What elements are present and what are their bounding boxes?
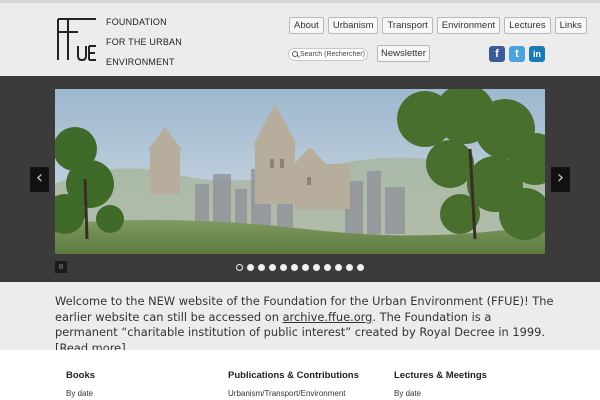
slider-dot[interactable] [258,264,265,271]
nav-urbanism[interactable]: Urbanism [327,17,379,34]
column-link[interactable]: By date [394,389,487,398]
archive-link[interactable]: archive.ffue.org [283,310,373,324]
search-placeholder: Search (Rechercher) [300,51,365,58]
intro-section: Welcome to the NEW website of the Founda… [0,282,600,355]
slide-image[interactable] [55,89,545,254]
nav-about[interactable]: About [289,17,324,34]
slider-dot[interactable] [335,264,342,271]
slider-dot[interactable] [269,264,276,271]
column-lectures: Lectures & Meetings By date [394,370,487,398]
nav-environment[interactable]: Environment [436,17,501,34]
slider-dot[interactable] [346,264,353,271]
slider-dot[interactable] [280,264,287,271]
nav-lectures[interactable]: Lectures [504,17,551,34]
slider-dot[interactable] [236,264,243,271]
intro-text: Welcome to the NEW website of the Founda… [55,294,555,356]
column-books: Books By date [66,370,95,398]
image-slider: ‹ › II [0,76,600,282]
slider-dot[interactable] [357,264,364,271]
nav-transport[interactable]: Transport [382,17,433,34]
column-link[interactable]: By date [66,389,95,398]
column-title: Books [66,370,96,381]
nav-links[interactable]: Links [554,17,587,34]
column-title: Lectures & Meetings [394,370,487,381]
facebook-icon[interactable]: f [489,46,505,62]
slider-next-button[interactable]: › [551,167,570,192]
slider-pagination [236,264,364,271]
slider-dot[interactable] [291,264,298,271]
logo-line: FOUNDATION [106,17,167,27]
twitter-icon[interactable]: t [509,46,525,62]
slider-dot[interactable] [324,264,331,271]
search-icon [292,51,298,57]
column-title: Publications & Contributions [228,370,359,381]
linkedin-icon[interactable]: in [529,46,545,62]
logo-line: FOR THE URBAN [106,37,182,47]
slider-dot[interactable] [313,264,320,271]
search-input[interactable]: Search (Rechercher) [288,48,368,61]
slider-dot[interactable] [302,264,309,271]
ffue-logo-mark[interactable] [56,16,98,62]
logo-wordmark[interactable]: FOUNDATION FOR THE URBAN ENVIRONMENT [106,15,182,75]
column-link[interactable]: Urbanism/Transport/Environment [228,389,359,398]
slider-prev-button[interactable]: ‹ [30,167,49,192]
main-nav: About Urbanism Transport Environment Lec… [289,17,587,34]
site-header: FOUNDATION FOR THE URBAN ENVIRONMENT Abo… [0,0,600,76]
slider-dot[interactable] [247,264,254,271]
column-publications: Publications & Contributions Urbanism/Tr… [228,370,359,398]
content-columns: Books By date Publications & Contributio… [0,350,600,400]
newsletter-button[interactable]: Newsletter [377,45,430,62]
logo-line: ENVIRONMENT [106,57,175,67]
slider-pause-button[interactable]: II [55,261,67,273]
